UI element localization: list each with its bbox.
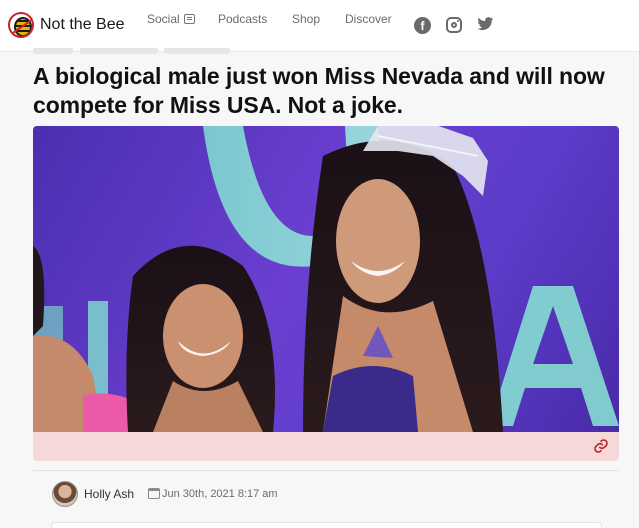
facebook-icon[interactable]: f [414,17,431,34]
site-logo[interactable]: Not the Bee [8,12,125,38]
brand-name: Not the Bee [40,16,125,33]
nav-item-podcasts[interactable]: Podcasts [218,12,267,26]
tag-chip[interactable] [164,48,230,54]
photo-caption-bar [33,432,619,461]
tag-chip[interactable] [80,48,158,54]
chat-icon [183,14,195,24]
link-icon[interactable] [593,438,609,454]
article-headline: A biological male just won Miss Nevada a… [33,63,605,118]
author-byline: Holly Ash Jun 30th, 2021 8:17 am [33,470,619,516]
calendar-icon [148,488,160,499]
nav-item-label: Social [147,12,180,26]
avatar[interactable] [52,481,78,507]
nav-item-shop[interactable]: Shop [292,12,320,26]
post-date: Jun 30th, 2021 8:17 am [162,488,278,500]
author-name[interactable]: Holly Ash [84,487,134,501]
tag-chip[interactable] [33,48,73,54]
bee-logo-icon [8,12,34,38]
site-header: Not the Bee Social Podcasts Shop Discove… [0,0,639,52]
nav-item-social[interactable]: Social [147,12,195,26]
pageant-photo-illustration [33,126,619,432]
twitter-icon[interactable] [477,16,494,32]
instagram-icon[interactable] [446,17,462,33]
article-photo[interactable] [33,126,619,432]
nav-item-discover[interactable]: Discover [345,12,392,26]
next-card [51,522,602,528]
